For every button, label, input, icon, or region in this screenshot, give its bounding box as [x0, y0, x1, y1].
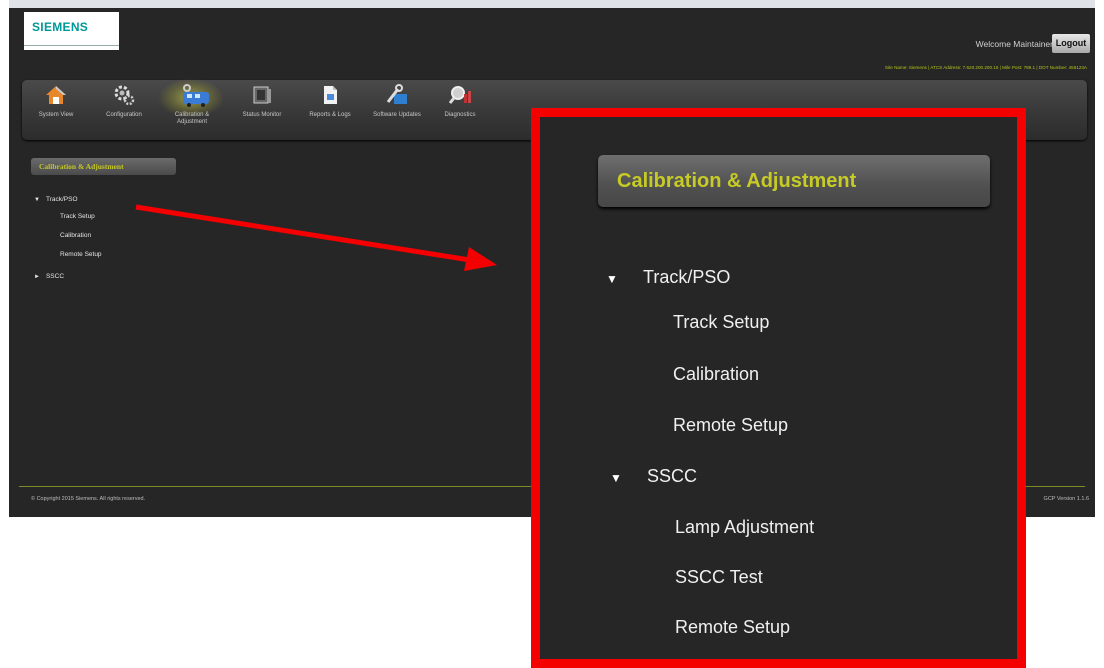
- zoom-tree-item-remote-setup[interactable]: Remote Setup: [673, 415, 788, 436]
- zoom-sidebar-header: Calibration & Adjustment: [598, 155, 990, 207]
- expanded-triangle-icon: ▼: [610, 471, 622, 485]
- zoom-tree-node-sscc[interactable]: SSCC: [647, 466, 697, 487]
- zoom-callout: Calibration & Adjustment ▼ Track/PSO Tra…: [531, 108, 1026, 668]
- zoom-tree-item-track-setup[interactable]: Track Setup: [673, 312, 769, 333]
- expanded-triangle-icon: ▼: [606, 272, 618, 286]
- zoom-tree-item-calibration[interactable]: Calibration: [673, 364, 759, 385]
- zoom-tree-item-remote-setup-sscc[interactable]: Remote Setup: [675, 617, 790, 638]
- zoom-tree-item-lamp-adjustment[interactable]: Lamp Adjustment: [675, 517, 814, 538]
- zoom-tree-item-sscc-test[interactable]: SSCC Test: [675, 567, 763, 588]
- zoom-tree-node-track-pso[interactable]: Track/PSO: [643, 267, 730, 288]
